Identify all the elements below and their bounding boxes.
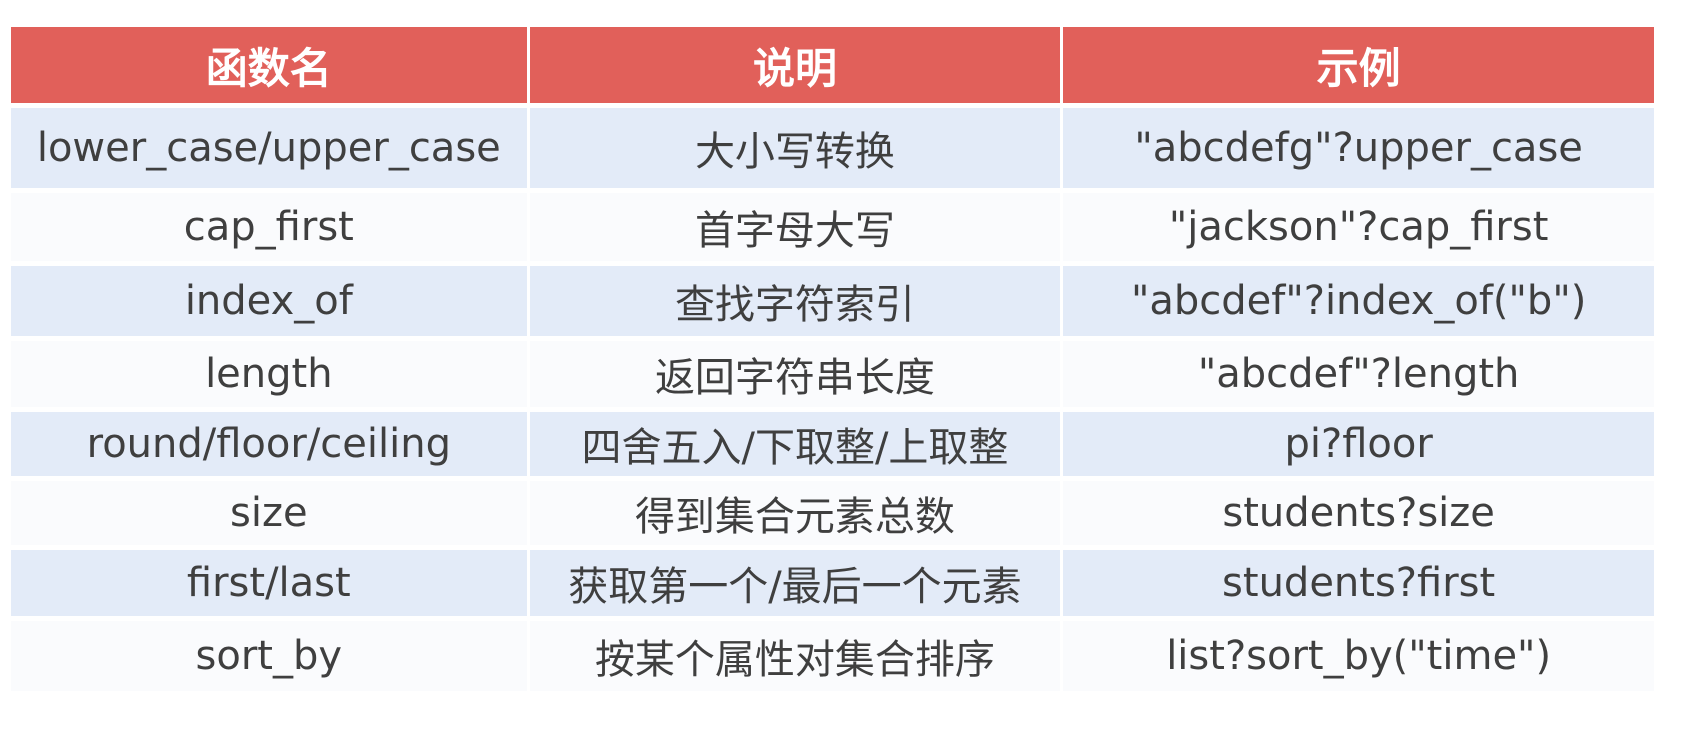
example-cell: list?sort_by("time") bbox=[1063, 621, 1654, 691]
function-name-cell: round/floor/ceiling bbox=[11, 412, 527, 476]
table-row: length 返回字符串长度 "abcdef"?length bbox=[11, 341, 1654, 407]
table-row: sort_by 按某个属性对集合排序 list?sort_by("time") bbox=[11, 621, 1654, 691]
description-cell: 返回字符串长度 bbox=[529, 341, 1061, 407]
example-cell: students?size bbox=[1063, 481, 1654, 545]
function-name-cell: length bbox=[11, 341, 527, 407]
header-function-name: 函数名 bbox=[11, 27, 527, 103]
function-table: 函数名 说明 示例 lower_case/upper_case 大小写转换 "a… bbox=[8, 22, 1657, 696]
description-cell: 得到集合元素总数 bbox=[529, 481, 1061, 545]
header-row: 函数名 说明 示例 bbox=[11, 27, 1654, 103]
example-cell: "abcdef"?length bbox=[1063, 341, 1654, 407]
table-row: cap_first 首字母大写 "jackson"?cap_first bbox=[11, 193, 1654, 261]
description-cell: 首字母大写 bbox=[529, 193, 1061, 261]
table-body: lower_case/upper_case 大小写转换 "abcdefg"?up… bbox=[11, 108, 1654, 691]
example-cell: "abcdef"?index_of("b") bbox=[1063, 266, 1654, 336]
example-cell: students?first bbox=[1063, 550, 1654, 616]
function-name-cell: index_of bbox=[11, 266, 527, 336]
example-cell: "abcdefg"?upper_case bbox=[1063, 108, 1654, 188]
function-name-cell: sort_by bbox=[11, 621, 527, 691]
table-row: round/floor/ceiling 四舍五入/下取整/上取整 pi?floo… bbox=[11, 412, 1654, 476]
header-description: 说明 bbox=[529, 27, 1061, 103]
example-cell: pi?floor bbox=[1063, 412, 1654, 476]
header-example: 示例 bbox=[1063, 27, 1654, 103]
description-cell: 查找字符索引 bbox=[529, 266, 1061, 336]
function-name-cell: first/last bbox=[11, 550, 527, 616]
table-row: first/last 获取第一个/最后一个元素 students?first bbox=[11, 550, 1654, 616]
table-row: lower_case/upper_case 大小写转换 "abcdefg"?up… bbox=[11, 108, 1654, 188]
description-cell: 大小写转换 bbox=[529, 108, 1061, 188]
description-cell: 获取第一个/最后一个元素 bbox=[529, 550, 1061, 616]
function-name-cell: cap_first bbox=[11, 193, 527, 261]
table-header: 函数名 说明 示例 bbox=[11, 27, 1654, 103]
example-cell: "jackson"?cap_first bbox=[1063, 193, 1654, 261]
function-name-cell: lower_case/upper_case bbox=[11, 108, 527, 188]
table-row: index_of 查找字符索引 "abcdef"?index_of("b") bbox=[11, 266, 1654, 336]
description-cell: 四舍五入/下取整/上取整 bbox=[529, 412, 1061, 476]
table-row: size 得到集合元素总数 students?size bbox=[11, 481, 1654, 545]
description-cell: 按某个属性对集合排序 bbox=[529, 621, 1061, 691]
function-name-cell: size bbox=[11, 481, 527, 545]
